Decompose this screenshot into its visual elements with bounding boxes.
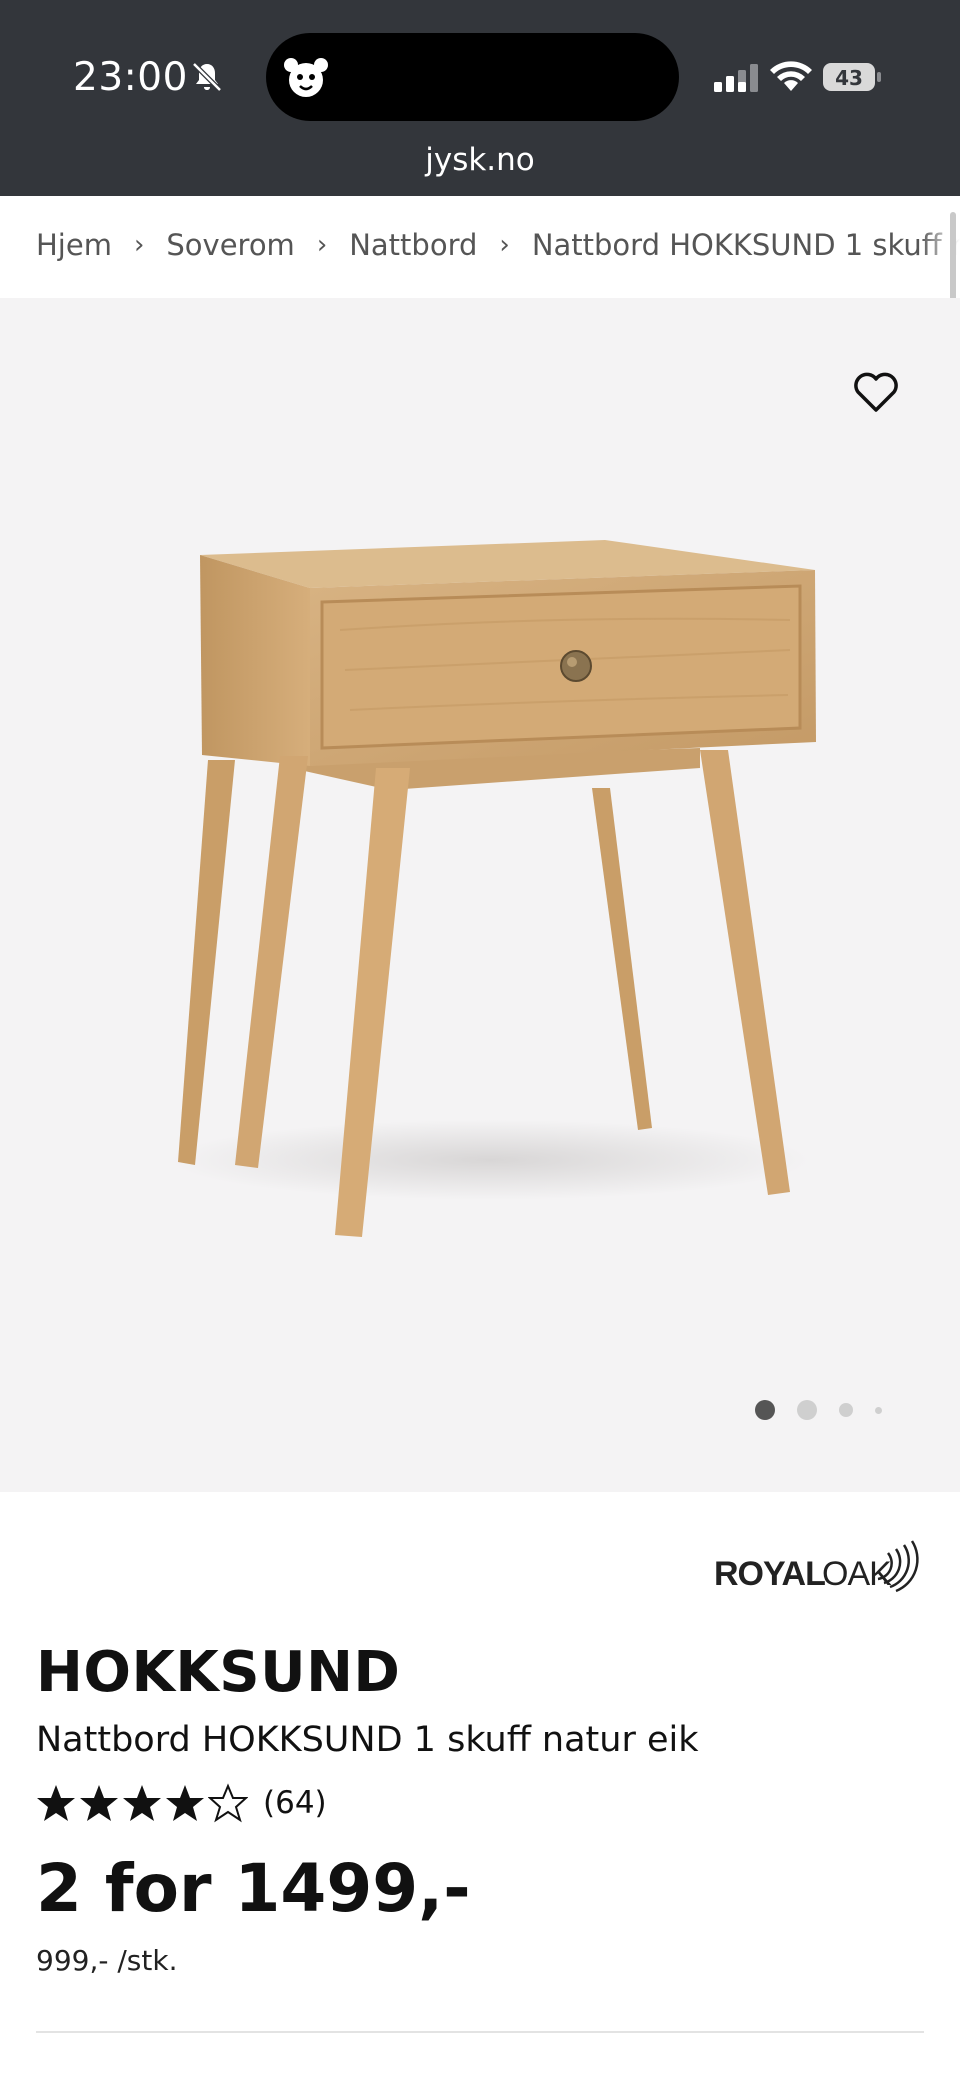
star-filled-icon xyxy=(123,1785,161,1821)
breadcrumb-home[interactable]: Hjem xyxy=(36,228,112,262)
gallery-dot[interactable] xyxy=(875,1406,882,1414)
review-count[interactable]: (64) xyxy=(263,1785,327,1821)
price-offer: 2 for 1499,- xyxy=(36,1850,471,1927)
product-subtitle: Nattbord HOKKSUND 1 skuff natur eik xyxy=(36,1720,699,1760)
breadcrumb-nattbord[interactable]: Nattbord xyxy=(349,228,477,262)
address-bar-url[interactable]: jysk.no xyxy=(0,142,960,178)
favorite-heart-icon[interactable] xyxy=(852,370,900,414)
app-face-icon xyxy=(284,58,328,97)
chevron-right-icon: › xyxy=(133,230,145,260)
breadcrumb: Hjem › Soverom › Nattbord › Nattbord HOK… xyxy=(0,196,960,298)
gallery-dot[interactable] xyxy=(839,1403,853,1417)
unit-price: 999,- /stk. xyxy=(36,1944,178,1977)
star-filled-icon xyxy=(80,1785,118,1821)
product-name: HOKKSUND xyxy=(36,1640,401,1705)
cellular-signal-icon xyxy=(714,64,758,92)
chevron-right-icon: › xyxy=(316,230,328,260)
browser-status-bar: 23:00 43 jysk.no xyxy=(0,0,960,196)
royal-oak-logo: ROYAL OAK xyxy=(712,1533,922,1595)
bell-muted-icon xyxy=(192,62,222,92)
svg-text:OAK: OAK xyxy=(822,1555,892,1593)
wifi-icon xyxy=(770,61,812,91)
star-filled-icon xyxy=(37,1785,75,1821)
svg-text:ROYAL: ROYAL xyxy=(714,1555,825,1593)
gallery-dot-active[interactable] xyxy=(755,1400,775,1420)
section-divider xyxy=(36,2031,924,2033)
battery-level: 43 xyxy=(835,66,863,90)
breadcrumb-soverom[interactable]: Soverom xyxy=(166,228,294,262)
gallery-dot[interactable] xyxy=(797,1400,817,1420)
star-outline-icon xyxy=(208,1783,248,1823)
bedside-table-image xyxy=(170,540,816,1237)
chevron-right-icon: › xyxy=(499,230,510,260)
rating-stars[interactable]: (64) xyxy=(36,1783,327,1823)
battery-icon: 43 xyxy=(822,60,884,94)
breadcrumb-current: Nattbord HOKKSUND 1 skuff natur eik xyxy=(531,228,960,262)
gallery-pagination xyxy=(755,1400,904,1420)
clock-time: 23:00 xyxy=(73,55,188,100)
star-filled-icon xyxy=(166,1785,204,1821)
